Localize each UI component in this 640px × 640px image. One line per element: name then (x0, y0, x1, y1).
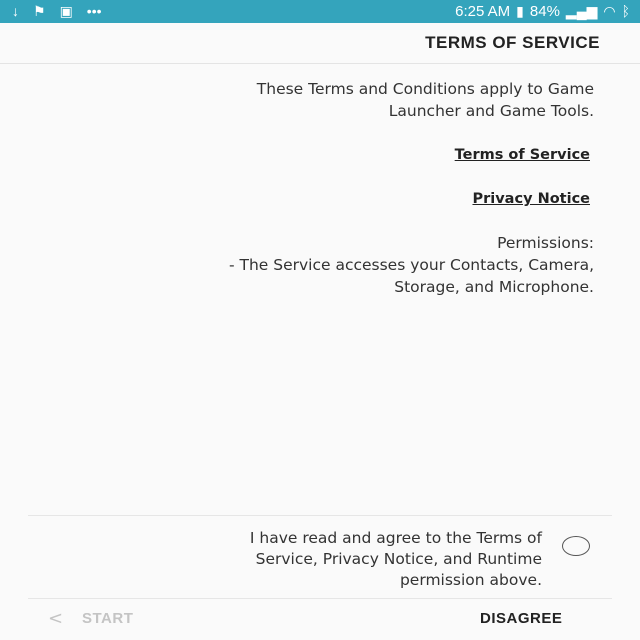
wifi-icon: ◠ (603, 3, 616, 19)
agreement-line-1: I have read and agree to the Terms of (249, 529, 542, 547)
privacy-notice-link[interactable]: Privacy Notice (94, 188, 590, 210)
start-button[interactable]: START (82, 610, 133, 627)
agreement-line-2: Service, Privacy Notice, and Runtime (255, 550, 542, 568)
agreement-line-3: permission above. (399, 571, 542, 589)
disagree-button[interactable]: DISAGREE (480, 610, 562, 627)
battery-percent: 84% (529, 2, 560, 20)
agree-checkbox[interactable] (562, 536, 590, 556)
agreement-text: I have read and agree to the Terms of Se… (112, 528, 542, 591)
flag-icon: ⚑ (33, 3, 46, 19)
permissions-line-1: - The Service accesses your Contacts, Ca… (228, 256, 594, 274)
status-time: 6:25 AM (455, 2, 511, 20)
chevron-left-icon: < (48, 608, 64, 629)
status-left-group: 6:25 AM ▮ 84% ▂▄▆ ◠ ᛒ (455, 2, 630, 20)
page-title: TERMS OF SERVICE (425, 33, 600, 52)
agreement-row[interactable]: I have read and agree to the Terms of Se… (0, 516, 640, 598)
status-bar: 6:25 AM ▮ 84% ▂▄▆ ◠ ᛒ ↓ ⚑ ▣ ••• (0, 0, 640, 23)
permissions-heading: Permissions: (497, 234, 594, 252)
image-icon: ▣ (59, 3, 73, 19)
terms-content: These Terms and Conditions apply to Game… (94, 78, 594, 298)
signal-icon: ▂▄▆ (565, 3, 598, 19)
permissions-line-2: Storage, and Microphone. (394, 278, 594, 296)
download-icon: ↓ (12, 3, 19, 19)
title-bar: TERMS OF SERVICE (0, 23, 640, 64)
battery-icon: ▮ (516, 3, 524, 19)
intro-line-2: Launcher and Game Tools. (388, 102, 594, 120)
bluetooth-icon: ᛒ (621, 3, 630, 19)
more-icon: ••• (86, 3, 102, 19)
terms-of-service-link[interactable]: Terms of Service (94, 144, 590, 166)
permissions-block: Permissions: - The Service accesses your… (94, 232, 594, 298)
status-notifications: ↓ ⚑ ▣ ••• (12, 2, 102, 20)
bottom-bar: DISAGREE START < (0, 600, 640, 640)
divider-bottom (28, 598, 612, 599)
intro-line-1: These Terms and Conditions apply to Game (256, 80, 594, 98)
